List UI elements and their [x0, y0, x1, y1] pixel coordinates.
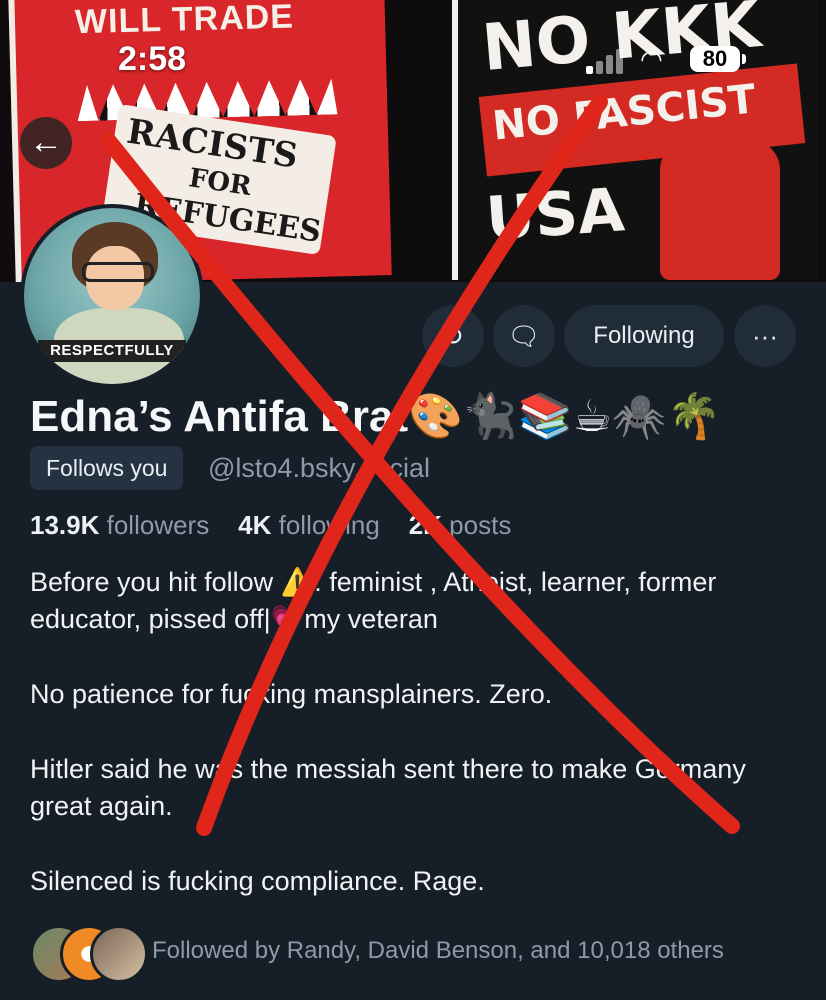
ellipsis-icon: ···: [752, 321, 778, 351]
more-options-button[interactable]: ···: [734, 305, 796, 367]
bio-paragraph: Before you hit follow ⚠️: feminist , Ath…: [30, 567, 717, 634]
follower-avatar: [90, 925, 148, 983]
poster-right-line3: USA: [483, 175, 627, 255]
bio-paragraph: Hitler said he was the messiah sent ther…: [30, 754, 746, 821]
avatar-label: RESPECTFULLY: [38, 340, 186, 362]
profile-bio: Before you hit follow ⚠️: feminist , Ath…: [30, 564, 810, 938]
bio-paragraph: Silenced is fucking compliance. Rage.: [30, 866, 485, 896]
followed-by-text: Followed by Randy, David Benson, and 10,…: [152, 937, 724, 964]
bell-icon: ↻: [442, 321, 464, 351]
posts-stat: 2K posts: [408, 510, 512, 540]
raised-fist-graphic: [660, 140, 780, 280]
wifi-icon: ◠: [640, 44, 663, 74]
profile-handle: @lsto4.bsky.social: [208, 453, 430, 483]
display-name: Edna’s Antifa Brat🎨🐈‍⬛📚☕🕷️🌴: [30, 392, 722, 441]
avatar[interactable]: RESPECTFULLY: [20, 204, 204, 388]
status-bar: 2:58 ◠ 80: [0, 0, 826, 110]
following-stat[interactable]: 4K following: [238, 510, 380, 540]
chat-bubble-icon: 🗨: [507, 321, 541, 351]
bio-paragraph: No patience for fucking mansplainers. Ze…: [30, 679, 553, 709]
followers-stat[interactable]: 13.9K followers: [30, 510, 209, 540]
status-time: 2:58: [118, 40, 187, 78]
profile-stats: 13.9K followers 4K following 2K posts: [30, 510, 511, 541]
follows-you-badge: Follows you: [30, 446, 184, 490]
following-button[interactable]: Following: [564, 305, 724, 367]
followed-by-row[interactable]: Followed by Randy, David Benson, and 10,…: [30, 925, 810, 983]
cellular-signal-icon: [586, 46, 626, 74]
notification-subscribe-button[interactable]: ↻: [422, 305, 484, 367]
back-arrow-icon[interactable]: ←: [20, 117, 72, 169]
battery-icon: 80: [690, 46, 746, 72]
message-button[interactable]: 🗨: [493, 305, 555, 367]
